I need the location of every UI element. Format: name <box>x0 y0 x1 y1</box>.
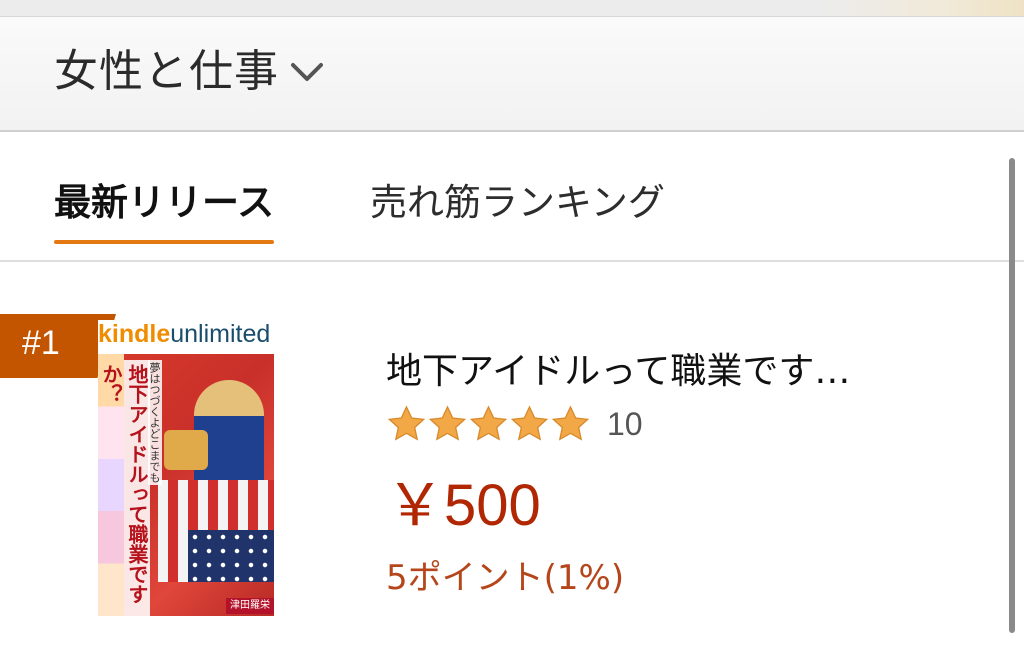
cover-flag-stars <box>188 530 274 582</box>
star-icon <box>428 405 467 441</box>
tab-bar: 最新リリース 売れ筋ランキング <box>0 132 1024 262</box>
star-icon <box>469 405 508 441</box>
category-label: 女性と仕事 <box>54 46 279 97</box>
list-item[interactable]: #1 kindleunlimited 夢はつづくよどこまでも 地下アイドルって職… <box>0 262 1010 654</box>
price: ￥500 <box>386 473 541 538</box>
category-header: 女性と仕事 <box>0 16 1024 132</box>
rank-number: #1 <box>22 324 60 362</box>
kindle-unlimited-logo: kindleunlimited <box>98 320 274 354</box>
product-title[interactable]: 地下アイドルって職業です… <box>386 342 850 394</box>
star-icon <box>510 405 549 441</box>
category-dropdown[interactable]: 女性と仕事 <box>54 37 325 97</box>
cover-author: 津田羅栄 <box>226 598 274 614</box>
book-cover[interactable]: kindleunlimited 夢はつづくよどこまでも 地下アイドルって職業です… <box>98 320 274 616</box>
chevron-down-icon <box>289 60 325 88</box>
review-count: 10 <box>607 405 643 442</box>
cover-title: 地下アイドルって職業ですか？ <box>99 360 150 616</box>
star-icon <box>551 405 590 441</box>
points: 5ポイント(1%) <box>386 558 625 598</box>
star-rating <box>386 404 591 444</box>
tab-best-sellers[interactable]: 売れ筋ランキング <box>370 172 665 226</box>
cover-mascot <box>164 430 208 470</box>
cover-subtitle: 夢はつづくよどこまでも <box>148 360 162 485</box>
tab-new-releases[interactable]: 最新リリース <box>54 172 275 244</box>
star-icon <box>387 405 426 441</box>
rating[interactable]: 10 <box>386 402 643 446</box>
status-strip <box>0 0 1024 16</box>
